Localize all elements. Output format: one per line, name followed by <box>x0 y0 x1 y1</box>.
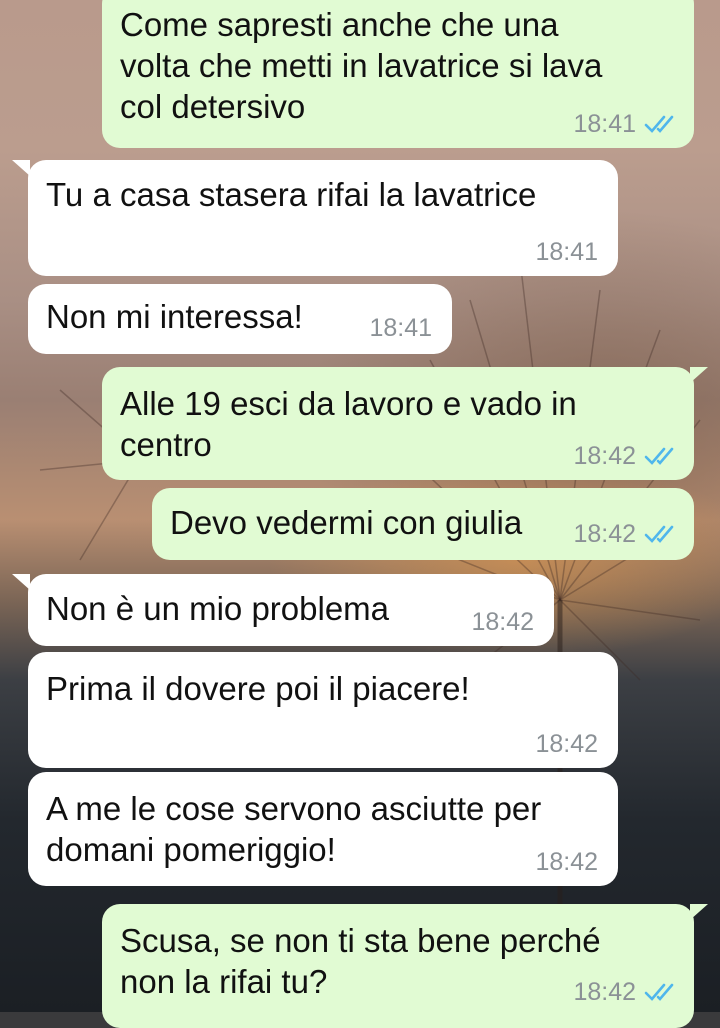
message-bubble-outgoing[interactable]: Scusa, se non ti sta bene perché non la … <box>102 904 694 1028</box>
message-time: 18:42 <box>573 520 636 548</box>
double-check-read-icon <box>644 447 674 465</box>
message-time: 18:42 <box>573 978 636 1006</box>
message-time: 18:42 <box>535 730 598 758</box>
message-bubble-outgoing[interactable]: Devo vedermi con giulia 18:42 <box>152 488 694 560</box>
message-meta: 18:42 <box>535 730 598 758</box>
message-text: Come sapresti anche che una volta che me… <box>120 6 603 125</box>
message-meta: 18:41 <box>369 314 432 342</box>
message-text: Tu a casa stasera rifai la lavatrice <box>46 176 537 213</box>
message-bubble-outgoing[interactable]: Alle 19 esci da lavoro e vado in centro … <box>102 367 694 480</box>
message-text: A me le cose servono asciutte per domani… <box>46 790 542 868</box>
message-meta: 18:42 <box>573 442 678 470</box>
bubble-tail <box>690 904 708 920</box>
bubble-tail <box>12 160 30 176</box>
message-time: 18:41 <box>369 314 432 342</box>
message-time: 18:42 <box>535 848 598 876</box>
double-check-read-icon <box>644 983 674 1001</box>
message-meta: 18:42 <box>573 520 678 548</box>
message-meta: 18:41 <box>573 110 678 138</box>
bubble-tail <box>12 574 30 590</box>
message-time: 18:42 <box>573 442 636 470</box>
message-bubble-outgoing[interactable]: Come sapresti anche che una volta che me… <box>102 0 694 148</box>
message-meta: 18:42 <box>471 608 534 636</box>
message-bubble-incoming[interactable]: A me le cose servono asciutte per domani… <box>28 772 618 886</box>
double-check-read-icon <box>644 525 674 543</box>
message-text: Non è un mio problema <box>46 590 390 627</box>
message-bubble-incoming[interactable]: Prima il dovere poi il piacere! 18:42 <box>28 652 618 768</box>
bubble-tail <box>690 367 708 383</box>
message-time: 18:41 <box>535 238 598 266</box>
message-bubble-incoming[interactable]: Non è un mio problema 18:42 <box>28 574 554 646</box>
message-time: 18:42 <box>471 608 534 636</box>
double-check-read-icon <box>644 115 674 133</box>
message-time: 18:41 <box>573 110 636 138</box>
message-meta: 18:42 <box>535 848 598 876</box>
message-meta: 18:42 <box>573 978 678 1006</box>
message-meta: 18:41 <box>535 238 598 266</box>
message-text: Prima il dovere poi il piacere! <box>46 670 470 707</box>
message-bubble-incoming[interactable]: Non mi interessa! 18:41 <box>28 284 452 354</box>
message-bubble-incoming[interactable]: Tu a casa stasera rifai la lavatrice 18:… <box>28 160 618 276</box>
